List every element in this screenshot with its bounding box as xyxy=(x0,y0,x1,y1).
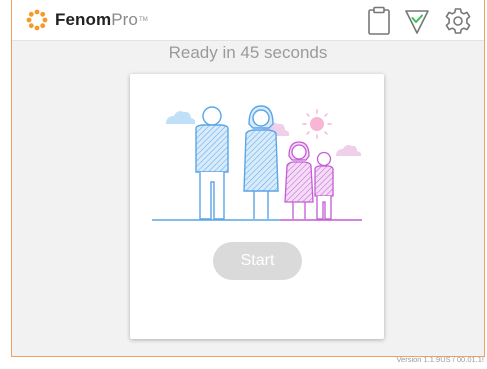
flower-logo-icon xyxy=(26,9,48,31)
brand-name-light: Pro xyxy=(111,10,138,29)
gear-icon[interactable] xyxy=(444,6,472,36)
checkmark-triangle-icon[interactable] xyxy=(403,6,431,36)
trademark-mark: TM xyxy=(139,17,148,23)
boy-figure xyxy=(314,151,334,220)
father-figure xyxy=(195,106,229,220)
mother-figure xyxy=(243,105,279,219)
brand-name-bold: Fenom xyxy=(55,10,112,29)
start-card: Start xyxy=(130,74,384,339)
cloud-right-icon xyxy=(336,145,362,156)
app-header: FenomProTM xyxy=(12,0,484,41)
sun-icon xyxy=(302,109,332,139)
brand-name: FenomProTM xyxy=(55,9,148,31)
girl-figure xyxy=(284,141,314,219)
clipboard-icon[interactable] xyxy=(365,6,393,36)
fenompro-logo: FenomProTM xyxy=(26,9,148,31)
start-button[interactable]: Start xyxy=(213,242,302,280)
app-screen: { "header": { "brand_bold": "Fenom", "br… xyxy=(0,0,487,369)
cloud-left-icon xyxy=(166,111,196,124)
app-frame: FenomProTM Ready in 45 seconds Start Ver… xyxy=(11,0,485,364)
family-illustration xyxy=(152,105,362,221)
ready-status-text: Ready in 45 seconds xyxy=(168,43,328,62)
version-text: Version 1.1.9US / 00.01.1! xyxy=(396,355,484,364)
